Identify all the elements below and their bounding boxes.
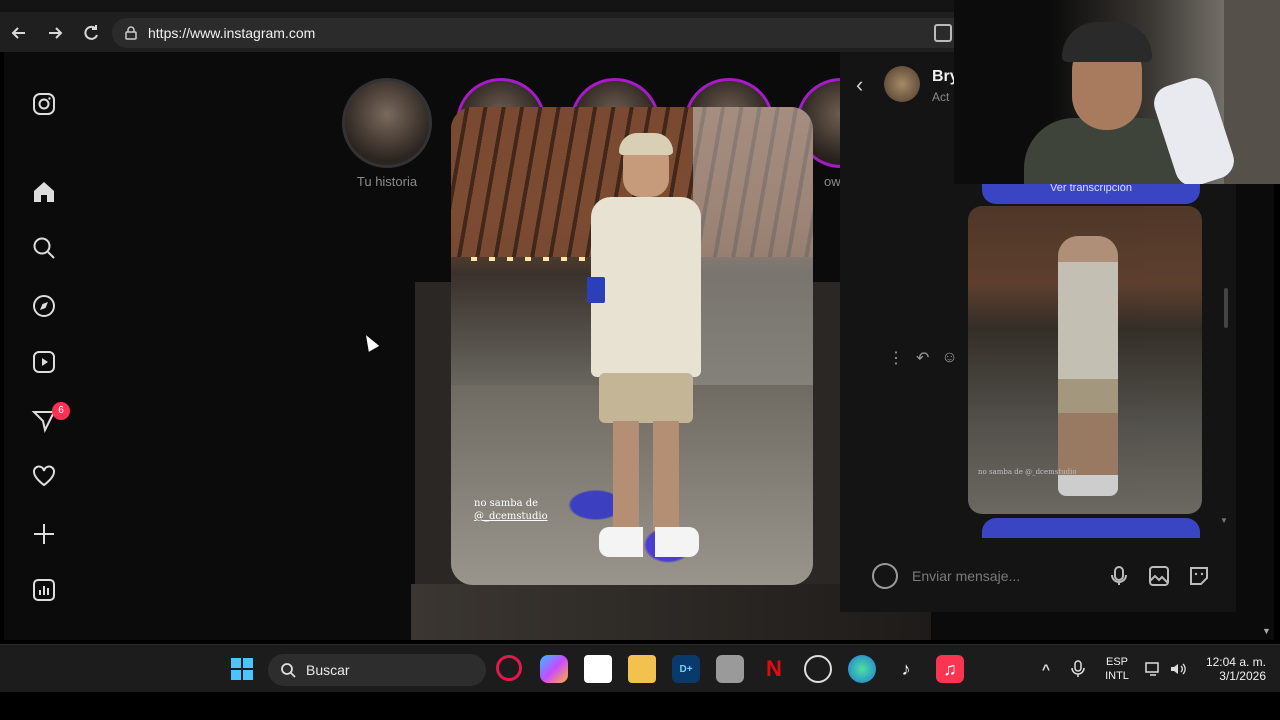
back-chevron-icon[interactable]: ‹ [856,72,863,98]
message-composer: Enviar mensaje... [872,556,1212,596]
app-icon[interactable] [716,655,744,683]
keyboard-layout: INTL [1105,670,1129,682]
transcript-link[interactable]: Ver transcripción [982,182,1200,204]
apple-music-icon[interactable]: ♫ [936,655,964,683]
reply-icon[interactable]: ↶ [916,348,929,368]
dm-photo-caption: no samba de @_dcemstudio [978,468,1077,476]
messages-badge: 6 [52,402,70,420]
clock[interactable]: 12:04 a. m. 3/1/2026 [1196,655,1266,683]
explore-compass-icon[interactable] [30,292,58,320]
dm-shared-photo[interactable]: no samba de @_dcemstudio [968,206,1202,514]
copilot-icon[interactable] [540,655,568,683]
more-options-icon[interactable]: ⋮ [888,348,904,368]
instagram-logo-icon[interactable] [30,90,58,118]
microphone-icon[interactable] [1066,655,1090,683]
photo-shoes [599,527,699,557]
caption-handle-link[interactable]: @_dcemstudio [474,510,548,523]
tab-actions-icon[interactable] [934,24,952,42]
netflix-icon[interactable]: N [760,655,788,683]
disney-plus-icon[interactable]: D+ [672,655,700,683]
search-icon[interactable] [30,234,58,262]
clock-time: 12:04 a. m. [1205,655,1266,669]
photo-cup [587,277,605,303]
webcam-overlay [954,0,1280,184]
expanded-photo[interactable]: no samba de @_dcemstudio [451,107,813,585]
url-text: https://www.instagram.com [148,25,316,41]
microphone-icon[interactable] [1106,563,1132,589]
chat-scrollbar[interactable] [1224,288,1228,328]
webcam-hat [1062,22,1152,62]
story-item[interactable]: Tu historia [340,78,434,189]
taskbar-search-label: Buscar [306,662,350,678]
message-actions: ⋮ ↶ ☺ [888,348,958,368]
caption-line: no samba de [474,498,539,509]
lock-icon[interactable] [124,26,138,40]
opera-icon[interactable] [496,655,522,681]
photo-shirt [591,197,701,377]
address-bar[interactable]: https://www.instagram.com [112,18,972,48]
clock-date: 3/1/2026 [1219,669,1266,683]
windows-start-icon[interactable] [228,655,256,683]
forward-icon[interactable] [42,20,68,46]
sidebar-nav: 6 [4,52,84,640]
file-explorer-icon[interactable] [628,655,656,683]
windows-taskbar: Buscar D+ N ♪ ♫ ^ ESP INTL 12:04 a. m. 3… [0,644,1280,692]
photo-caption: no samba de @_dcemstudio [474,497,548,523]
react-emoji-icon[interactable]: ☺ [941,349,957,367]
search-icon [281,663,296,678]
reload-icon[interactable] [78,20,104,46]
create-plus-icon[interactable] [30,520,58,548]
message-bubble[interactable] [982,518,1200,538]
volume-icon[interactable] [1166,655,1190,683]
reels-icon[interactable] [30,348,58,376]
store-icon[interactable] [584,655,612,683]
story-avatar[interactable] [342,78,432,168]
photo-person [587,133,701,557]
heart-icon[interactable] [30,462,58,490]
back-icon[interactable] [6,20,32,46]
dm-photo-person [1058,236,1118,496]
edge-icon[interactable] [848,655,876,683]
dm-contact-status: Act [932,90,950,104]
taskbar-search[interactable]: Buscar [268,654,486,686]
message-input[interactable]: Enviar mensaje... [912,568,1092,584]
avatar[interactable] [884,66,920,102]
tiktok-icon[interactable]: ♪ [892,655,920,683]
photo-shorts [599,373,693,423]
dashboard-icon[interactable] [30,576,58,604]
page-scroll-down-icon[interactable]: ▼ [1262,626,1271,636]
chevron-up-icon[interactable]: ^ [1034,655,1058,683]
language-code: ESP [1105,656,1128,668]
scroll-down-arrow-icon[interactable]: ▼ [1220,516,1228,525]
language-indicator[interactable]: ESP INTL [1100,655,1134,683]
image-icon[interactable] [1146,563,1172,589]
sticker-icon[interactable] [1186,563,1212,589]
emoji-icon[interactable] [872,563,898,589]
network-icon[interactable] [1142,655,1166,683]
screen-letterbox [0,692,1280,720]
photo-cap [619,133,673,155]
story-name: Tu historia [356,174,418,189]
photo-legs [613,421,679,531]
home-icon[interactable] [30,178,58,206]
obs-icon[interactable] [804,655,832,683]
